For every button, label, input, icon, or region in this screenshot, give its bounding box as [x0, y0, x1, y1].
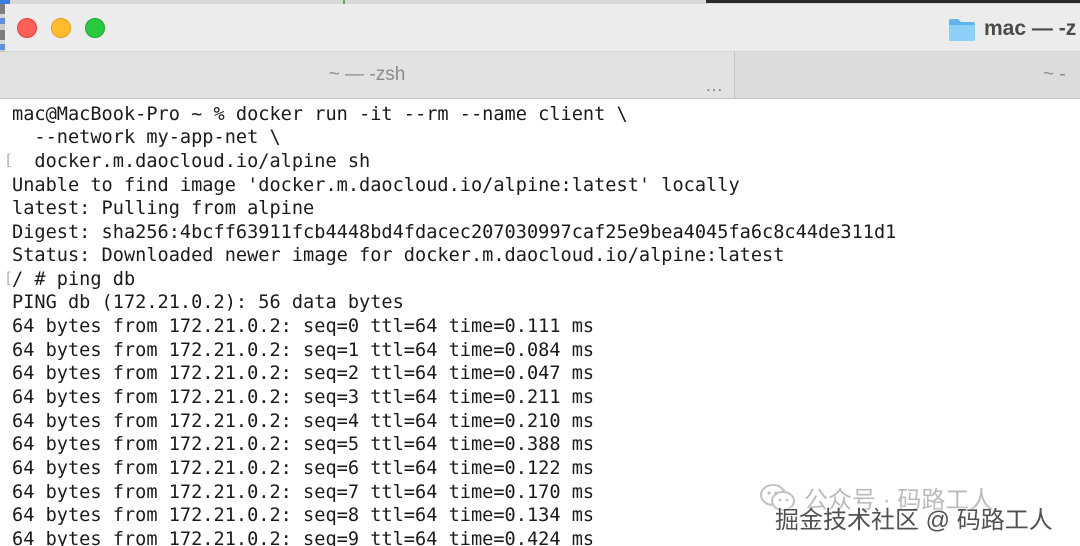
terminal-line: 64 bytes from 172.21.0.2: seq=2 ttl=64 t… — [12, 363, 595, 384]
folder-icon — [949, 19, 975, 41]
minimize-button[interactable] — [51, 18, 71, 38]
close-button[interactable] — [17, 18, 37, 38]
tab-zsh-2[interactable]: ~ - — [735, 52, 1080, 98]
terminal-line: --network my-app-net \ — [12, 127, 281, 148]
zoom-button[interactable] — [85, 18, 105, 38]
terminal-line: Status: Downloaded newer image for docke… — [12, 245, 785, 266]
tab-bar: ~ — -zsh ~ - — [0, 52, 1080, 99]
terminal-line: 64 bytes from 172.21.0.2: seq=7 ttl=64 t… — [12, 482, 595, 503]
terminal-line: mac@MacBook-Pro ~ % docker run -it --rm … — [12, 104, 628, 125]
window-title: mac — -z — [948, 14, 1076, 44]
watermark-text-secondary: 掘金技术社区 @ 码路工人 — [775, 507, 1053, 534]
terminal-line: 64 bytes from 172.21.0.2: seq=0 ttl=64 t… — [12, 316, 595, 337]
terminal-line: PING db (172.21.0.2): 56 data bytes — [12, 292, 404, 313]
tab-more-icon[interactable]: ... — [706, 76, 723, 96]
tab-label: ~ — -zsh — [328, 64, 406, 85]
tab-label: ~ - — [1043, 64, 1066, 85]
terminal-line: 64 bytes from 172.21.0.2: seq=3 ttl=64 t… — [12, 387, 595, 408]
terminal-line: docker.m.daocloud.io/alpine sh — [12, 151, 371, 172]
terminal-line: 64 bytes from 172.21.0.2: seq=8 ttl=64 t… — [12, 505, 595, 526]
terminal-line: / # ping db — [12, 269, 136, 290]
terminal-line: latest: Pulling from alpine — [12, 198, 315, 219]
terminal-line: Digest: sha256:4bcff63911fcb4448bd4fdace… — [12, 222, 897, 243]
background-window-edge — [706, 0, 1080, 3]
terminal-line: 64 bytes from 172.21.0.2: seq=5 ttl=64 t… — [12, 434, 595, 455]
terminal-line: Unable to find image 'docker.m.daocloud.… — [12, 175, 740, 196]
terminal-line: 64 bytes from 172.21.0.2: seq=1 ttl=64 t… — [12, 340, 595, 361]
terminal-line: 64 bytes from 172.21.0.2: seq=9 ttl=64 t… — [12, 529, 595, 546]
window-title-text: mac — -z — [984, 17, 1077, 40]
terminal-line: 64 bytes from 172.21.0.2: seq=4 ttl=64 t… — [12, 411, 595, 432]
tab-zsh-1[interactable]: ~ — -zsh — [0, 52, 735, 98]
terminal-output[interactable]: mac@MacBook-Pro ~ % docker run -it --rm … — [0, 99, 1080, 546]
terminal-line: 64 bytes from 172.21.0.2: seq=6 ttl=64 t… — [12, 458, 595, 479]
window-titlebar[interactable]: mac — -z — [0, 4, 1080, 52]
